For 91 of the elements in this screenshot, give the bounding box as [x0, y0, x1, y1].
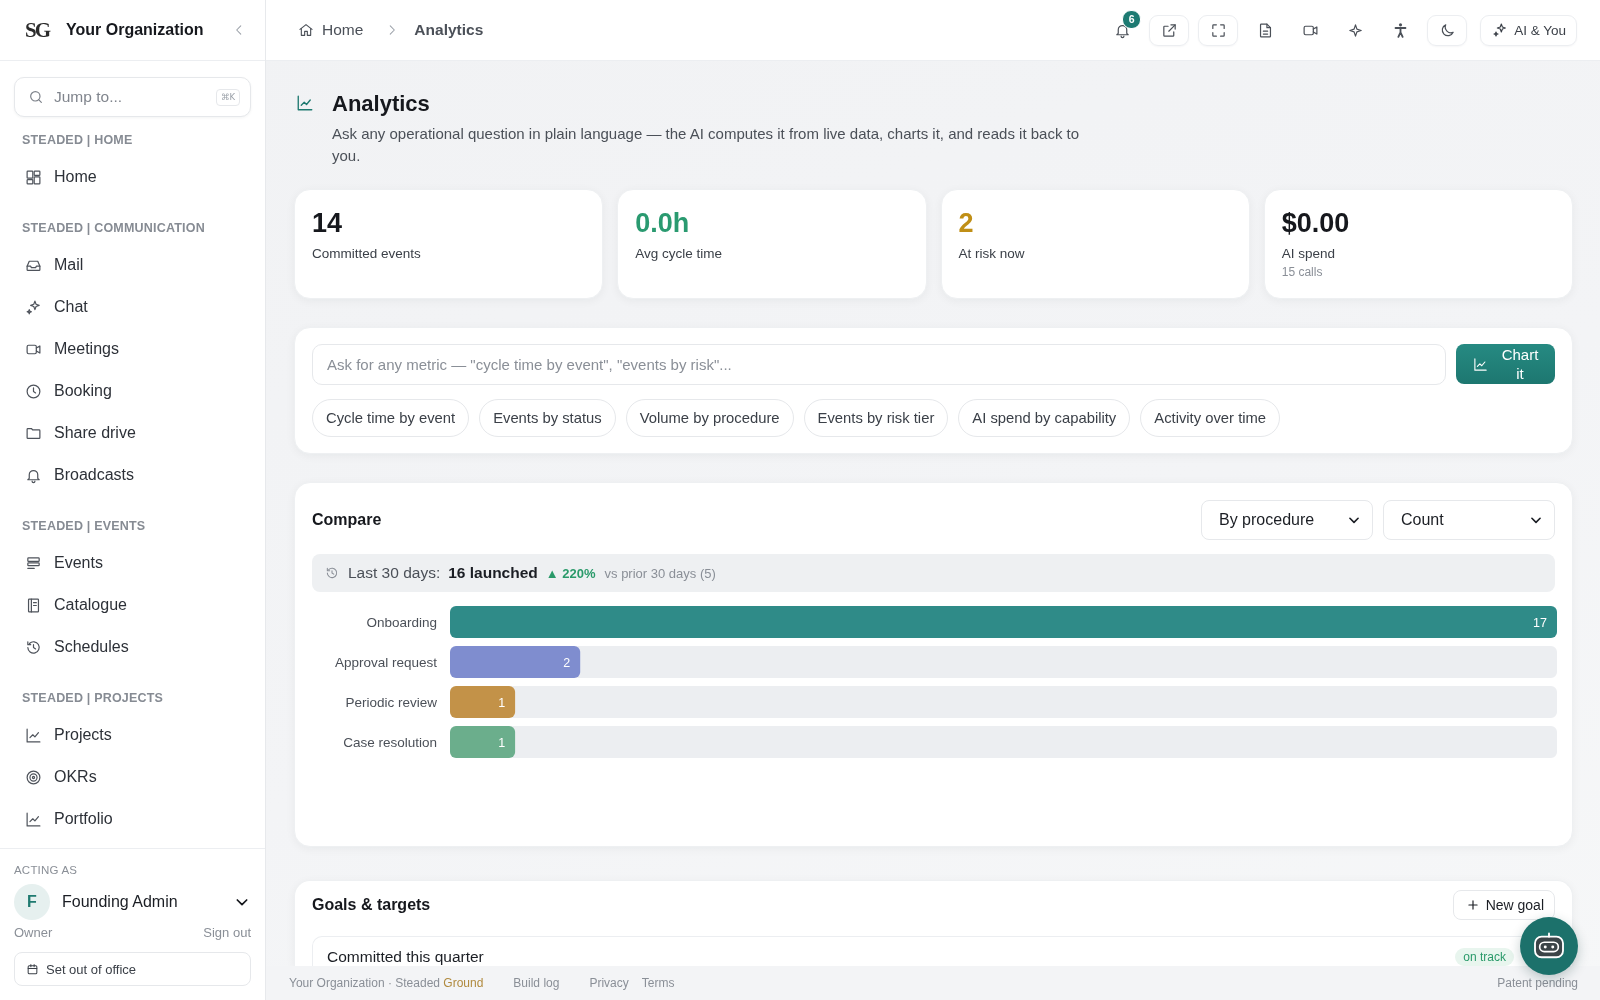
goal-status: on track: [1455, 948, 1514, 966]
new-goal-button[interactable]: New goal: [1452, 890, 1555, 920]
page-title: Analytics: [332, 90, 431, 118]
value-label: 1: [498, 735, 506, 750]
notification-badge: 6: [1122, 9, 1142, 29]
chart-bar: [450, 686, 516, 718]
search-icon: [28, 89, 44, 105]
nav-item[interactable]: Projects: [8, 714, 257, 756]
nav-section-title: STEADED | HOME: [22, 132, 134, 149]
suggestion-chip[interactable]: Cycle time by event: [312, 399, 470, 437]
measure-dropdown[interactable]: Count: [1383, 500, 1555, 540]
sparkle-icon: [1346, 21, 1364, 39]
book-icon: [25, 596, 42, 614]
line-chart-icon: [296, 94, 314, 112]
avatar: F: [14, 884, 50, 920]
stat-value: 0.0h: [635, 207, 691, 239]
grid-icon: [25, 168, 42, 186]
goal-name: Committed this quarter: [327, 948, 484, 966]
home-icon: [298, 22, 314, 38]
footer-credit: Your Organization · Steaded Ground: [289, 976, 484, 990]
sparkles-icon: [25, 298, 42, 316]
stat-label: AI spend: [1281, 245, 1337, 262]
suggestion-chip[interactable]: Events by risk tier: [803, 399, 949, 437]
nav-item[interactable]: Events: [8, 542, 257, 584]
organization-name: Your Organization: [66, 21, 205, 39]
stat-label: At risk now: [958, 245, 1026, 262]
line-chart-icon: [25, 810, 42, 828]
comparison-note: vs prior 30 days (5): [604, 565, 716, 581]
stat-note: 15 calls: [1281, 265, 1324, 279]
page-subtitle: Ask any operational question in plain language — the AI computes it from live data, charts it, and reads it back to you.: [332, 124, 1081, 166]
patent-note: Patent pending: [1497, 976, 1578, 990]
launched-count: 16 launched: [448, 564, 538, 582]
calendar-icon: [26, 962, 39, 976]
open-external-button[interactable]: [1149, 14, 1190, 46]
suggestion-chip[interactable]: Volume by procedure: [625, 399, 794, 437]
suggestion-chip[interactable]: Events by status: [479, 399, 616, 437]
stat-value: 2: [958, 207, 975, 239]
nav-item[interactable]: Catalogue: [8, 584, 257, 626]
shortcut-hint: ⌘K: [215, 89, 240, 106]
user-role: Owner: [14, 925, 53, 941]
stat-label: Avg cycle time: [635, 245, 724, 262]
sparkles-icon: [1492, 22, 1509, 38]
line-chart-icon: [1473, 356, 1488, 372]
stat-value: 14: [312, 207, 344, 239]
chart-it-button[interactable]: Chart it: [1456, 344, 1555, 384]
logo: SG: [25, 17, 51, 43]
suggestion-chip[interactable]: AI spend by capability: [958, 399, 1131, 437]
account-switcher[interactable]: F Founding Admin: [14, 884, 251, 920]
dark-mode-button[interactable]: [1427, 14, 1468, 46]
nav-section-title: STEADED | EVENTS: [22, 518, 147, 535]
out-of-office-button[interactable]: Set out of office: [14, 952, 251, 986]
nav-item[interactable]: Chat: [8, 286, 257, 328]
stat-value: $0.00: [1281, 207, 1351, 239]
stacked-bars-icon: [25, 554, 42, 572]
value-label: 1: [498, 695, 506, 710]
fullscreen-button[interactable]: [1198, 14, 1239, 46]
value-label: 17: [1533, 615, 1547, 630]
plus-icon: [1465, 898, 1480, 912]
nav-item[interactable]: Home: [8, 156, 257, 198]
compare-title: Compare: [312, 511, 382, 529]
period-label: Last 30 days:: [348, 564, 441, 582]
history-icon: [325, 566, 339, 580]
robot-icon: [1533, 932, 1565, 960]
acting-as-caption: ACTING AS: [14, 863, 79, 877]
clock-icon: [25, 382, 42, 400]
stat-label: Committed events: [312, 245, 422, 262]
chart-bar: [450, 726, 516, 758]
nav-item[interactable]: Booking: [8, 370, 257, 412]
goals-title: Goals & targets: [312, 896, 431, 914]
value-label: 2: [563, 655, 571, 670]
external-link-icon: [1160, 21, 1178, 39]
ai-assistant-button[interactable]: AI & You: [1480, 14, 1577, 46]
nav-item[interactable]: Mail: [8, 244, 257, 286]
nav-section-title: STEADED | PROJECTS: [22, 690, 165, 707]
nav-section-title: STEADED | COMMUNICATION: [22, 220, 206, 237]
metric-query-input[interactable]: Ask for any metric — "cycle time by event", "events by risk"...: [312, 344, 1446, 385]
fullscreen-icon: [1209, 21, 1227, 39]
history-icon: [25, 638, 42, 656]
breadcrumb-link[interactable]: Home: [298, 21, 364, 39]
breadcrumb-current: Analytics: [414, 21, 484, 39]
nav-item[interactable]: Broadcasts: [8, 454, 257, 496]
nav-item[interactable]: Share drive: [8, 412, 257, 454]
nav-item[interactable]: Portfolio: [8, 798, 257, 840]
suggestion-chip[interactable]: Activity over time: [1140, 399, 1281, 437]
change-percent: ▲ 220%: [545, 565, 596, 581]
nav-item[interactable]: OKRs: [8, 756, 257, 798]
line-chart-icon: [25, 726, 42, 744]
nav-item[interactable]: Meetings: [8, 328, 257, 370]
group-by-dropdown[interactable]: By procedure: [1201, 500, 1373, 540]
target-icon: [25, 768, 42, 786]
nav-item[interactable]: Schedules: [8, 626, 257, 668]
